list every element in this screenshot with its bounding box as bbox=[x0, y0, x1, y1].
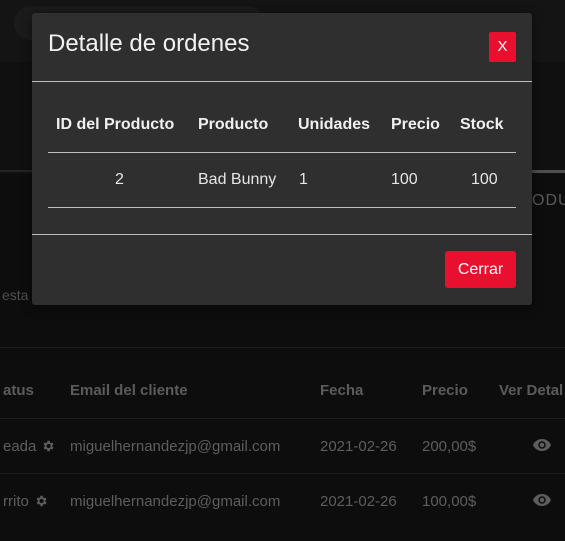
order-detail-modal: Detalle de ordenes X ID del Producto Pro… bbox=[32, 13, 532, 305]
product-cell: Bad Bunny bbox=[198, 171, 277, 188]
price-cell: 100 bbox=[391, 171, 418, 188]
close-x-button[interactable]: X bbox=[489, 32, 516, 62]
close-button[interactable]: Cerrar bbox=[445, 251, 516, 288]
col-product-header: Producto bbox=[198, 116, 269, 133]
col-units-header: Unidades bbox=[298, 116, 371, 133]
modal-title: Detalle de ordenes bbox=[48, 30, 250, 57]
stock-cell: 100 bbox=[471, 171, 498, 188]
col-product-id-header: ID del Producto bbox=[56, 116, 175, 133]
col-stock-header: Stock bbox=[460, 116, 504, 133]
table-divider bbox=[48, 207, 516, 208]
col-price-header: Precio bbox=[391, 116, 440, 133]
product-id-cell: 2 bbox=[115, 171, 124, 188]
units-cell: 1 bbox=[299, 171, 308, 188]
table-divider bbox=[48, 152, 516, 153]
modal-footer-divider bbox=[32, 234, 532, 235]
modal-header-divider bbox=[32, 81, 532, 82]
